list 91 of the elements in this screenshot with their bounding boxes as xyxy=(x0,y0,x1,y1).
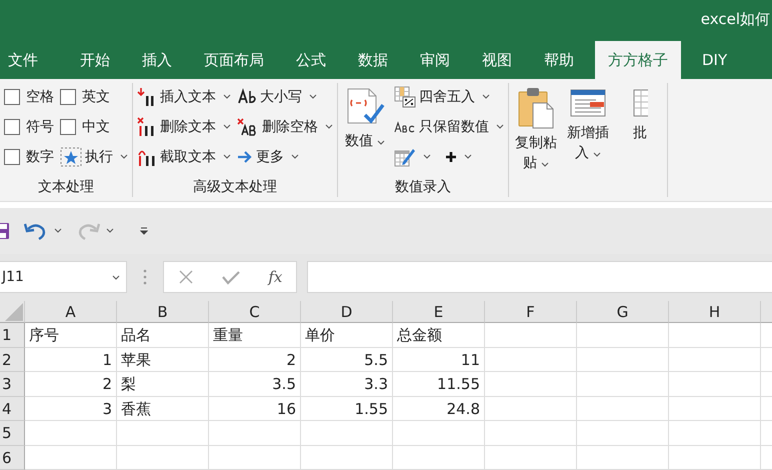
checkbox[interactable] xyxy=(4,118,20,135)
checkbox[interactable] xyxy=(4,148,20,165)
column-header[interactable]: D xyxy=(301,301,393,323)
ribbon-tab[interactable]: DIY xyxy=(691,40,738,79)
ribbon-tab[interactable]: 视图 xyxy=(471,40,523,79)
column-header[interactable]: H xyxy=(669,301,761,323)
table-cell: 3 xyxy=(25,396,117,421)
checkbox-label: 中文 xyxy=(82,118,110,136)
column-header[interactable]: B xyxy=(117,301,209,323)
group-label: 文本处理 xyxy=(37,178,95,198)
ribbon-button[interactable]: 插入文本 xyxy=(137,84,231,109)
table-cell: 重量 xyxy=(209,323,301,348)
ribbon-tab[interactable]: 文件 xyxy=(0,40,49,79)
name-box[interactable]: J11 xyxy=(0,261,127,294)
table-cell: 1 xyxy=(25,348,117,372)
group-label: 数值录入 xyxy=(394,178,452,198)
ribbon-button[interactable]: 四舍五入 xyxy=(394,84,504,109)
ribbon-large-button[interactable]: 批 xyxy=(617,84,663,143)
customize-icon xyxy=(140,226,148,235)
caret-icon xyxy=(106,228,114,234)
grip-icon xyxy=(143,269,147,286)
row-header[interactable]: 6 xyxy=(0,446,25,470)
ribbon-button[interactable]: 大小写 xyxy=(237,84,333,109)
ribbon-button[interactable]: 删除空格 xyxy=(237,114,333,139)
row-header[interactable]: 5 xyxy=(0,421,25,446)
table-cell: 香蕉 xyxy=(117,396,209,421)
ribbon-button[interactable]: 更多 xyxy=(237,144,333,169)
ribbon-large-button[interactable]: 复制粘贴 xyxy=(513,84,559,173)
group-label: 高级文本处理 xyxy=(192,178,278,198)
ribbon-tab[interactable]: 开始 xyxy=(69,40,121,79)
caret-icon xyxy=(112,274,120,280)
insert-function-button[interactable]: fx xyxy=(268,268,282,286)
check-icon xyxy=(220,269,241,286)
ribbon-button[interactable]: 截取文本 xyxy=(137,144,231,169)
checkbox[interactable] xyxy=(60,118,76,135)
round-table-icon xyxy=(394,86,416,108)
checkbox[interactable] xyxy=(60,88,76,105)
column-header[interactable]: G xyxy=(577,301,669,323)
table-cell: 5.5 xyxy=(301,348,393,372)
insert-row-icon xyxy=(570,86,606,119)
ribbon-tab[interactable]: 数据 xyxy=(347,40,399,79)
ribbon-tab[interactable]: 页面布局 xyxy=(193,40,275,79)
table-cell: 24.8 xyxy=(393,396,485,421)
ribbon-tab[interactable]: 公式 xyxy=(285,40,337,79)
ribbon-tab[interactable]: 方方格子 xyxy=(595,40,681,79)
formula-input[interactable] xyxy=(307,261,772,294)
checkbox-label: 空格 xyxy=(26,88,54,106)
column-header[interactable]: A xyxy=(25,301,117,323)
table-cell: 1.55 xyxy=(301,396,393,421)
table-cell: 2 xyxy=(25,372,117,396)
ribbon-tab[interactable]: 审阅 xyxy=(409,40,461,79)
window-title: excel如何 xyxy=(700,10,771,30)
sheet-icon xyxy=(632,86,648,119)
ribbon-tab[interactable]: 插入 xyxy=(131,40,183,79)
table-cell: 3.3 xyxy=(301,372,393,396)
table-pencil-icon xyxy=(394,146,416,167)
plus-icon xyxy=(445,150,457,163)
table-cell: 单价 xyxy=(301,323,393,348)
column-header[interactable]: E xyxy=(393,301,485,323)
table-cell: 3.5 xyxy=(209,372,301,396)
table-cell: 苹果 xyxy=(117,348,209,372)
table-cell: 16 xyxy=(209,396,301,421)
ribbon-tab[interactable]: 帮助 xyxy=(533,40,585,79)
table-cell: 11 xyxy=(393,348,485,372)
checkbox-label: 数字 xyxy=(26,148,54,166)
table-cell: 总金额 xyxy=(393,323,485,348)
column-header[interactable]: C xyxy=(209,301,301,323)
caret-icon xyxy=(54,228,62,234)
abc-icon xyxy=(394,120,416,134)
ribbon-large-button[interactable]: 数值 xyxy=(342,84,388,151)
save-icon xyxy=(0,222,10,240)
checkbox-label: 英文 xyxy=(82,88,110,106)
table-cell: 序号 xyxy=(25,323,117,348)
table-cell: 2 xyxy=(209,348,301,372)
ribbon-button[interactable]: 删除文本 xyxy=(137,114,231,139)
row-header[interactable]: 1 xyxy=(0,323,25,348)
ribbon-button[interactable]: 只保留数值 xyxy=(394,114,504,139)
checkbox[interactable] xyxy=(4,88,20,105)
table-cell: 11.55 xyxy=(393,372,485,396)
row-header[interactable]: 2 xyxy=(0,348,25,372)
cancel-icon xyxy=(178,269,194,286)
ribbon-large-button[interactable]: 新增插入 xyxy=(565,84,611,163)
right-arrow-icon xyxy=(237,150,253,164)
table-cell: 梨 xyxy=(117,372,209,396)
checkbox-label: 符号 xyxy=(26,118,54,136)
row-header[interactable]: 3 xyxy=(0,372,25,396)
row-header[interactable]: 4 xyxy=(0,396,25,421)
clipboard-icon xyxy=(517,86,555,129)
table-cell: 品名 xyxy=(117,323,209,348)
column-header[interactable]: F xyxy=(485,301,577,323)
ribbon-button[interactable]: 执行 xyxy=(60,144,128,169)
